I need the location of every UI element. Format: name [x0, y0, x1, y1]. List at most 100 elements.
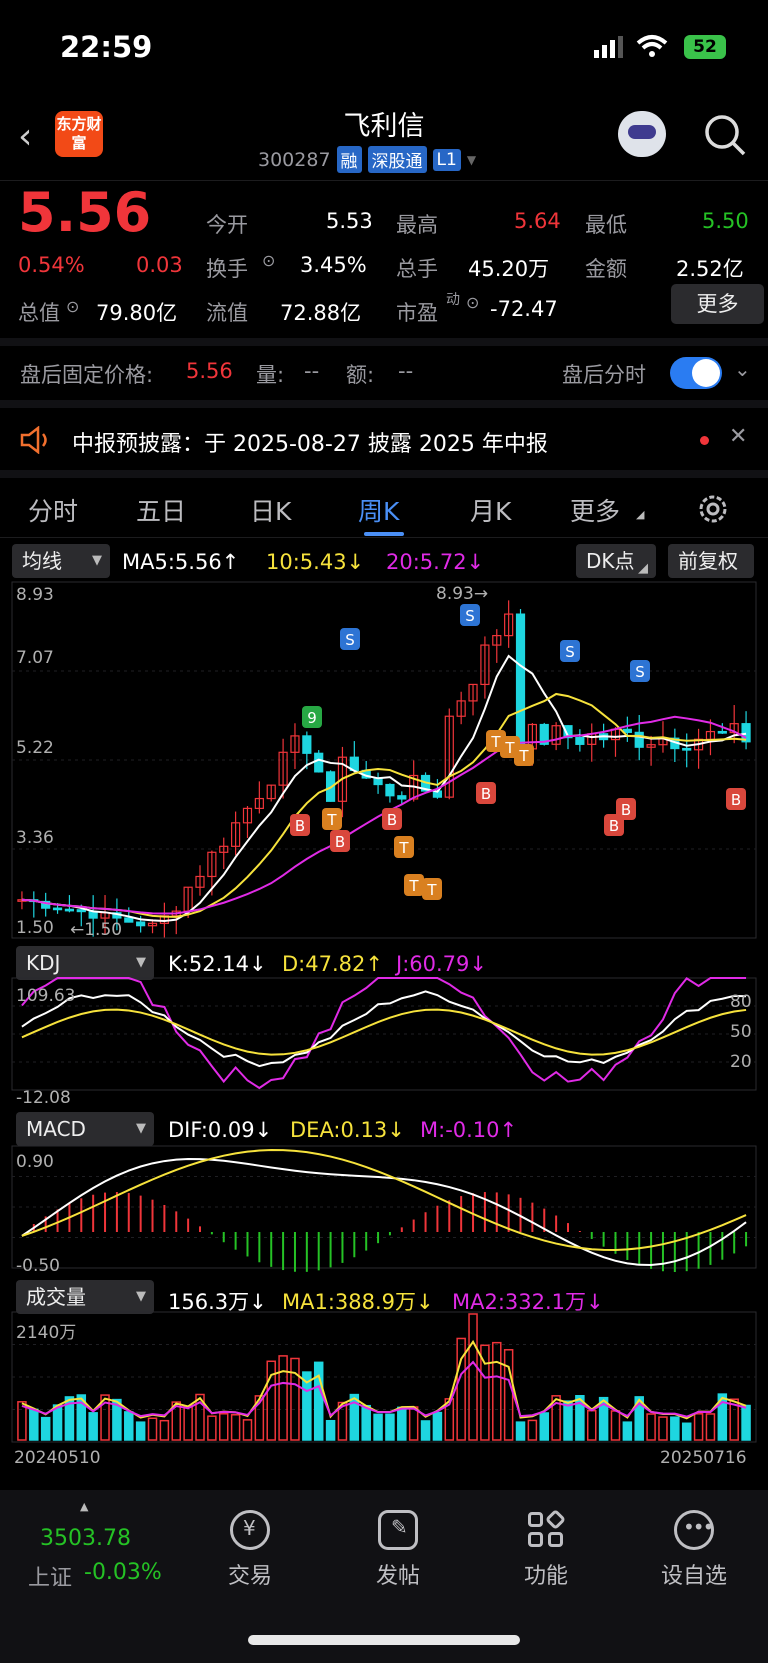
quote-panel: 5.56 0.54% 0.03 总值 ⊙ 79.80亿 今开 5.53 最高 5… [0, 180, 768, 330]
signal-marker-text: T [408, 877, 419, 895]
amount-label: 金额 [585, 257, 627, 281]
volume-bar [242, 1419, 253, 1441]
price-axis-bottom: 1.50 [16, 918, 54, 938]
info-icon[interactable]: ⊙ [466, 293, 479, 312]
period-tabs: 分时 五日 日K 周K 月K 更多 ◢ [0, 478, 768, 538]
signal-marker: S [340, 628, 360, 650]
signal-marker: S [630, 660, 650, 682]
tab-monthly[interactable]: 月K [470, 492, 511, 528]
divider [0, 400, 768, 408]
kline-chart-area[interactable]: SSSSBBBBBBBTTT TT T T9 [0, 540, 768, 1480]
back-chevron-icon[interactable]: ‹ [18, 116, 32, 157]
price-min-label: ←1.50 [70, 920, 123, 940]
caret-up-icon[interactable]: ▲ [80, 1500, 88, 1513]
chevron-down-icon[interactable]: ⌄ [734, 357, 751, 381]
volume-bar [361, 1404, 371, 1441]
signal-marker-text: S [465, 607, 475, 625]
home-indicator [248, 1635, 520, 1645]
kdj-d-line [21, 1008, 747, 1056]
volume-bar [432, 1411, 443, 1441]
change-percent: 0.54% [18, 253, 85, 277]
stock-header: 飞利信 ‹ 东方财富 300287 融 深股通 L1 ▼ [0, 96, 768, 178]
info-icon[interactable]: ⊙ [66, 297, 79, 316]
pe-superscript: 动 [446, 292, 460, 308]
volume-bar [218, 1413, 229, 1441]
last-price: 5.56 [18, 181, 152, 244]
candle-body [575, 737, 585, 745]
volume-bar [705, 1413, 716, 1441]
nav-watchlist-label: 设自选 [660, 1564, 727, 1589]
volume-bar [586, 1409, 597, 1441]
candle-body [124, 917, 134, 923]
index-name: 上证 [28, 1566, 73, 1591]
signal-marker-text: T [326, 811, 337, 829]
volume-bar [527, 1419, 538, 1441]
signal-marker-text: T [504, 739, 515, 757]
signal-marker: B [330, 830, 350, 852]
signal-icon [594, 36, 623, 58]
volume-bar [373, 1413, 383, 1441]
notice-banner[interactable]: 中报预披露：于 2025-08-27 披露 2025 年中报 ✕ [0, 410, 768, 470]
volume-bar [183, 1405, 193, 1441]
signal-marker: S [460, 604, 480, 626]
stock-code-row[interactable]: 300287 融 深股通 L1 ▼ [258, 146, 476, 173]
volume-bar [147, 1417, 158, 1441]
volume-bar [610, 1410, 621, 1441]
kdj-k-line [21, 990, 747, 1068]
nav-post[interactable]: ✎ 发帖 [348, 1510, 448, 1590]
tab-intraday[interactable]: 分时 [28, 492, 78, 528]
float-value: 72.88亿 [280, 301, 362, 325]
price-axis-top: 8.93 [16, 585, 54, 605]
grid-apps-icon [526, 1508, 567, 1550]
battery-icon: 52 [684, 35, 726, 59]
nav-trade[interactable]: ¥ 交易 [200, 1510, 300, 1590]
nav-functions-label: 功能 [523, 1564, 568, 1589]
signal-marker-text: B [609, 817, 619, 835]
tab-more[interactable]: 更多 [570, 492, 620, 528]
volume-bar [622, 1421, 633, 1441]
ma10-line [21, 692, 747, 918]
amount-value: 2.52亿 [676, 257, 744, 281]
volume-value: 45.20万 [468, 257, 550, 281]
high-label: 最高 [396, 213, 438, 237]
low-label: 最低 [585, 213, 627, 237]
search-icon[interactable] [703, 113, 747, 157]
open-value: 5.53 [326, 209, 373, 233]
pe-value: -72.47 [490, 297, 558, 321]
volume-label: 总手 [396, 257, 438, 281]
post-amt-label: 额: [346, 363, 375, 387]
kdj-j-line [21, 977, 747, 1090]
date-start: 20240510 [14, 1448, 101, 1468]
signal-marker: S [560, 640, 580, 662]
speaker-icon [20, 426, 47, 454]
tab-weekly[interactable]: 周K [358, 492, 399, 528]
more-button[interactable]: 更多 [671, 284, 764, 324]
signal-marker: B [476, 782, 496, 804]
gear-icon[interactable] [696, 492, 730, 526]
tab-daily[interactable]: 日K [250, 492, 291, 528]
post-vol: -- [304, 359, 320, 383]
pe-label: 市盈 [396, 301, 438, 325]
volume-bar [52, 1404, 63, 1441]
post-market-toggle[interactable] [670, 357, 722, 389]
tab-five-day[interactable]: 五日 [136, 492, 186, 528]
nav-watchlist[interactable]: ••• 设自选 [644, 1510, 744, 1590]
volume-bar [135, 1421, 146, 1441]
volume-bar [408, 1406, 419, 1441]
candle-body [397, 795, 407, 800]
close-icon[interactable]: ✕ [729, 424, 747, 449]
nav-functions[interactable]: 功能 [496, 1508, 596, 1590]
index-value[interactable]: 3503.78 [40, 1526, 131, 1551]
assistant-robot-icon[interactable] [618, 111, 666, 157]
nav-trade-label: 交易 [227, 1564, 272, 1589]
volume-bar [159, 1419, 170, 1441]
volume-bar [278, 1355, 288, 1441]
more-dots-icon: ••• [674, 1510, 714, 1550]
volume-bar [420, 1420, 431, 1441]
signal-marker-text: B [387, 811, 397, 829]
info-icon[interactable]: ⊙ [262, 251, 275, 270]
tag-margin: 融 [336, 146, 362, 173]
nav-post-label: 发帖 [375, 1564, 420, 1589]
low-value: 5.50 [702, 209, 749, 233]
volume-bar [207, 1415, 217, 1441]
